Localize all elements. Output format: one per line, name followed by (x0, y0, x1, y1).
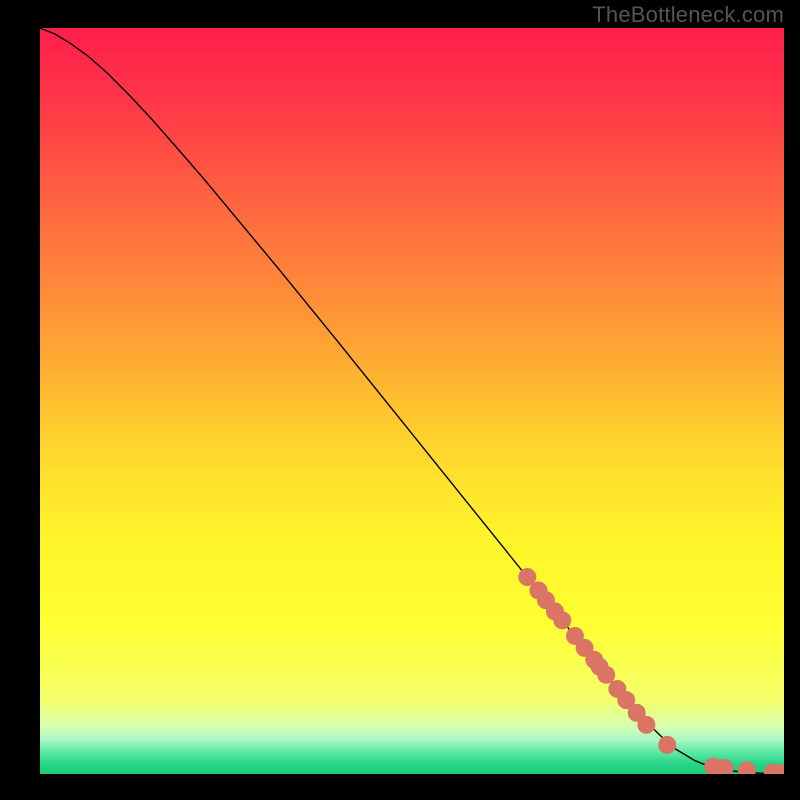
chart-svg (40, 28, 784, 774)
dot (658, 736, 676, 754)
plot-area (40, 28, 784, 774)
dot (553, 611, 571, 629)
attribution-label: TheBottleneck.com (592, 2, 784, 28)
chart-frame: TheBottleneck.com (0, 0, 800, 800)
chart-background (40, 28, 784, 774)
dot (597, 666, 615, 684)
dot (637, 716, 655, 734)
